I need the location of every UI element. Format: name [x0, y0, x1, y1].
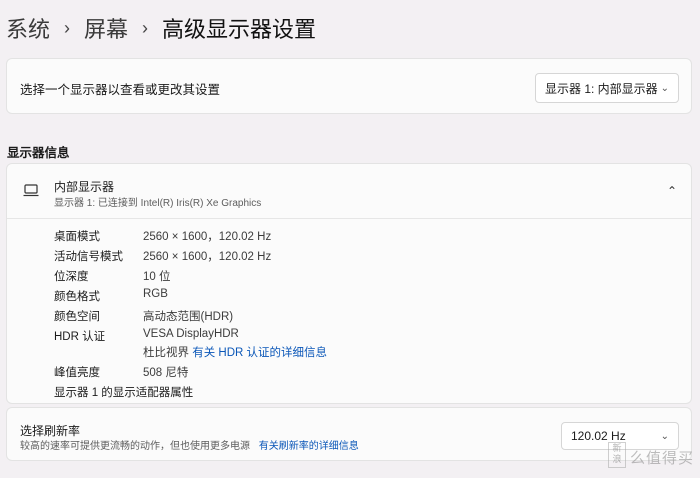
chevron-down-icon: ⌄ — [660, 430, 669, 442]
section-title: 显示器信息 — [7, 146, 70, 160]
refresh-rate-desc-text: 较高的速率可提供更流畅的动作，但也使用更多电源 — [20, 441, 250, 452]
display-select-label: 选择一个显示器以查看或更改其设置 — [20, 83, 221, 97]
info-key: 活动信号模式 — [54, 251, 123, 263]
info-key: HDR 认证 — [54, 331, 106, 343]
info-key: 颜色格式 — [54, 291, 100, 303]
info-value: 508 尼特 — [143, 367, 189, 379]
info-value: 2560 × 1600，120.02 Hz — [143, 251, 272, 263]
display-subtitle: 显示器 1: 已连接到 Intel(R) Iris(R) Xe Graphics — [54, 198, 262, 209]
breadcrumb-separator: › — [142, 17, 149, 38]
info-key: 颜色空间 — [54, 311, 100, 323]
hdr-cert-line: 杜比视界 有关 HDR 认证的详细信息 — [143, 344, 327, 360]
info-key: 桌面模式 — [54, 231, 100, 243]
info-key: 峰值亮度 — [54, 367, 100, 379]
watermark-seal: 新浪 — [607, 442, 626, 468]
breadcrumb: 系统 › 屏幕 › 高级显示器设置 — [6, 12, 316, 44]
watermark: 新浪 么值得买 — [607, 442, 694, 468]
refresh-rate-value: 120.02 Hz — [571, 429, 626, 443]
page-title: 高级显示器设置 — [162, 17, 317, 42]
breadcrumb-display[interactable]: 屏幕 — [84, 12, 128, 44]
info-value: 10 位 — [143, 271, 171, 283]
breadcrumb-system[interactable]: 系统 — [6, 12, 50, 44]
refresh-rate-card: 选择刷新率 较高的速率可提供更流畅的动作，但也使用更多电源 有关刷新率的详细信息… — [6, 407, 692, 461]
refresh-rate-link[interactable]: 有关刷新率的详细信息 — [259, 441, 359, 452]
info-value: VESA DisplayHDR — [143, 328, 239, 340]
display-name: 内部显示器 — [54, 180, 115, 194]
laptop-icon — [23, 184, 39, 202]
chevron-up-icon[interactable]: ⌃ — [667, 184, 677, 198]
chevron-down-icon: ⌄ — [660, 82, 669, 94]
watermark-text: 么值得买 — [629, 450, 694, 467]
display-info-header[interactable]: 内部显示器 显示器 1: 已连接到 Intel(R) Iris(R) Xe Gr… — [7, 164, 691, 219]
adapter-properties-link[interactable]: 显示器 1 的显示适配器属性 — [54, 384, 193, 400]
breadcrumb-separator: › — [64, 17, 71, 38]
display-info-card: 内部显示器 显示器 1: 已连接到 Intel(R) Iris(R) Xe Gr… — [6, 163, 692, 404]
display-select-value: 显示器 1: 内部显示器 — [545, 81, 658, 96]
info-value: RGB — [143, 288, 168, 300]
display-select-dropdown[interactable]: 显示器 1: 内部显示器 ⌄ — [535, 73, 679, 103]
refresh-rate-desc: 较高的速率可提供更流畅的动作，但也使用更多电源 有关刷新率的详细信息 — [20, 437, 359, 452]
info-key: 位深度 — [54, 271, 89, 283]
info-value: 2560 × 1600，120.02 Hz — [143, 231, 272, 243]
display-select-card: 选择一个显示器以查看或更改其设置 显示器 1: 内部显示器 ⌄ — [6, 58, 692, 114]
hdr-cert-link[interactable]: 有关 HDR 认证的详细信息 — [192, 347, 327, 359]
info-value: 高动态范围(HDR) — [143, 311, 234, 323]
hdr-cert-prefix: 杜比视界 — [143, 347, 189, 359]
